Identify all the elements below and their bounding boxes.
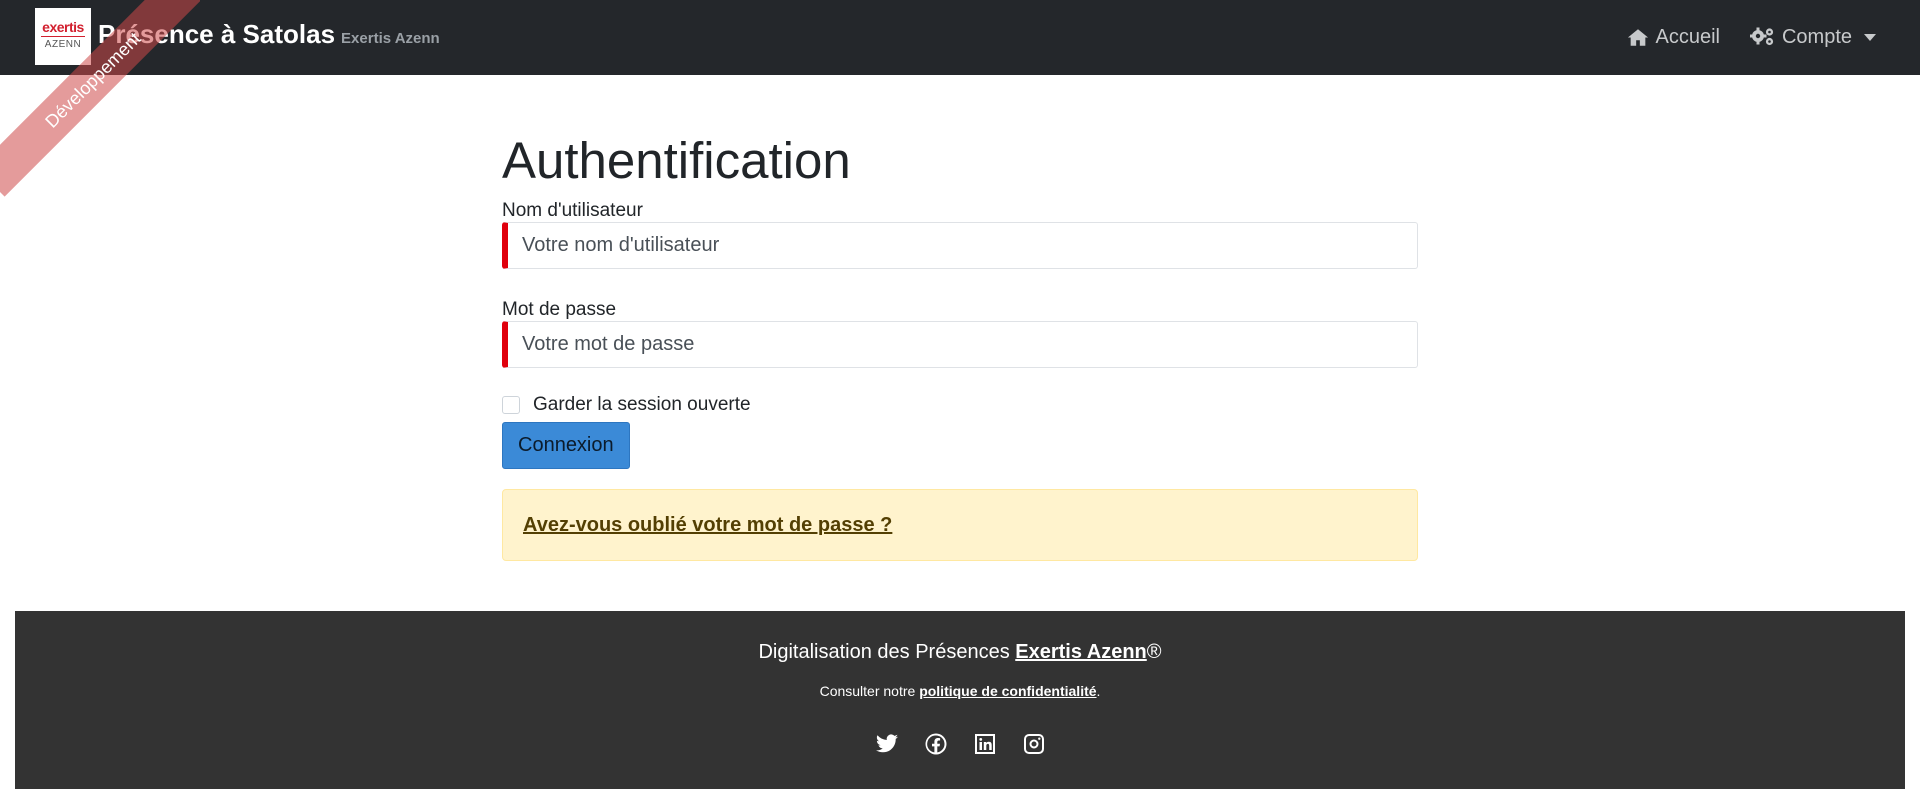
home-icon <box>1628 28 1649 46</box>
remember-label[interactable]: Garder la session ouverte <box>533 394 751 416</box>
facebook-icon[interactable] <box>924 732 948 756</box>
brand-title[interactable]: Présence à Satolas Exertis Azenn <box>98 18 440 55</box>
remember-checkbox[interactable] <box>502 396 520 414</box>
forgot-password-alert: Avez-vous oublié votre mot de passe ? <box>502 489 1418 561</box>
password-input[interactable] <box>502 321 1418 368</box>
login-form: Authentification Nom d'utilisateur Mot d… <box>502 128 1418 561</box>
brand-logo[interactable]: exertis AZENN <box>35 8 91 65</box>
footer-privacy: Consulter notre politique de confidentia… <box>15 683 1905 699</box>
username-input[interactable] <box>502 222 1418 269</box>
footer-company-link[interactable]: Exertis Azenn <box>1015 641 1147 663</box>
footer-tagline: Digitalisation des Présences Exertis Aze… <box>15 641 1905 664</box>
footer-privacy-suffix: . <box>1096 683 1101 699</box>
navbar: exertis AZENN Présence à Satolas Exertis … <box>0 0 1920 75</box>
page-title: Authentification <box>502 132 851 189</box>
remember-row: Garder la session ouverte <box>502 394 1418 416</box>
password-label: Mot de passe <box>502 299 617 320</box>
nav-home-link[interactable]: Accueil <box>1627 25 1720 49</box>
footer: Digitalisation des Présences Exertis Aze… <box>15 611 1905 789</box>
nav-account-dropdown[interactable]: Compte <box>1749 25 1876 49</box>
footer-tagline-suffix: ® <box>1146 641 1162 663</box>
footer-tagline-prefix: Digitalisation des Présences <box>758 641 1016 663</box>
linkedin-icon[interactable] <box>973 732 997 756</box>
twitter-icon[interactable] <box>875 732 899 756</box>
nav-account-label: Compte <box>1781 25 1852 48</box>
privacy-policy-link[interactable]: politique de confidentialité <box>919 683 1096 699</box>
forgot-password-link[interactable]: Avez-vous oublié votre mot de passe ? <box>523 514 892 537</box>
caret-down-icon <box>1864 33 1876 41</box>
username-label: Nom d'utilisateur <box>502 200 643 221</box>
nav-home-label: Accueil <box>1655 25 1720 48</box>
instagram-icon[interactable] <box>1022 732 1046 756</box>
login-button[interactable]: Connexion <box>502 422 630 469</box>
brand-title-text: Présence à Satolas <box>98 19 336 49</box>
logo-text-bottom: AZENN <box>44 39 82 50</box>
brand-subtitle: Exertis Azenn <box>341 30 440 47</box>
gears-icon <box>1749 27 1774 46</box>
footer-privacy-prefix: Consulter notre <box>819 683 920 699</box>
logo-text-top: exertis <box>42 19 84 35</box>
logo-divider <box>41 36 85 37</box>
social-links <box>15 732 1905 756</box>
nav-right: Accueil Compte <box>1627 22 1876 52</box>
